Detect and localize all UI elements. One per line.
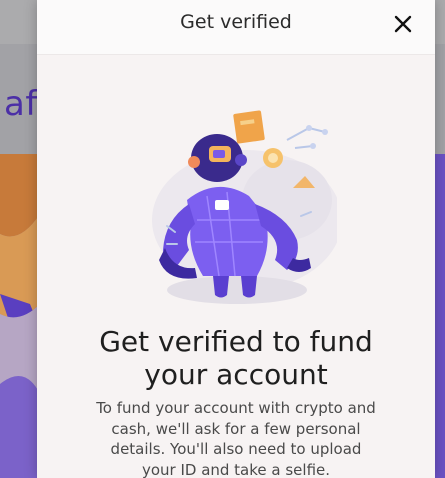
verification-modal: Get verified Get verified to fund your a… (37, 0, 435, 478)
close-button[interactable] (389, 10, 417, 38)
modal-title: Get verified (180, 11, 292, 33)
background-headline: af (4, 84, 38, 124)
modal-description: To fund your account with crypto and cas… (96, 399, 376, 478)
robot-verification-illustration (152, 110, 337, 304)
modal-heading: Get verified to fund your account (99, 325, 373, 391)
close-icon (394, 15, 412, 33)
modal-header: Get verified (37, 0, 435, 55)
background-artwork-left (0, 154, 40, 478)
